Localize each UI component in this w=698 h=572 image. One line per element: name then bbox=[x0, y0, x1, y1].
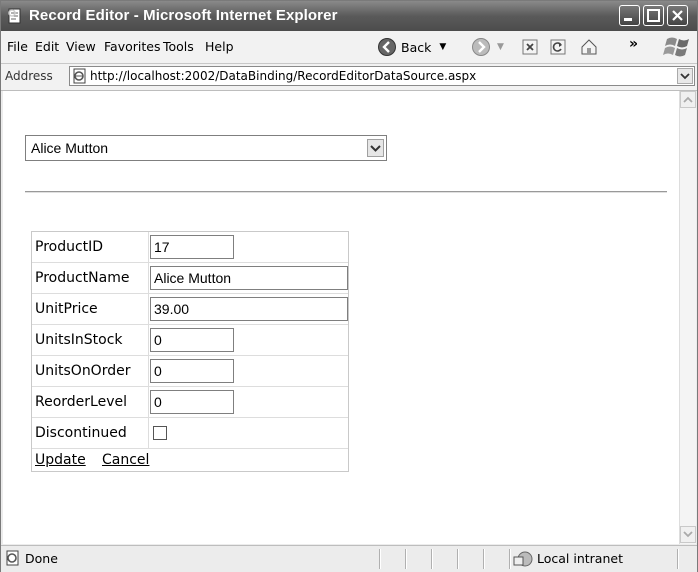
status-text: Done bbox=[25, 551, 58, 566]
productname-value: Alice Mutton bbox=[154, 270, 232, 286]
refresh-icon bbox=[550, 39, 566, 55]
field-row-productname: ProductName Alice Mutton bbox=[32, 263, 348, 294]
scroll-down-button[interactable] bbox=[680, 526, 696, 543]
window-title: Record Editor - Microsoft Internet Explo… bbox=[29, 7, 338, 24]
unitsonorder-input[interactable]: 0 bbox=[150, 359, 234, 383]
product-select-value: Alice Mutton bbox=[31, 140, 109, 156]
field-row-reorderlevel: ReorderLevel 0 bbox=[32, 387, 348, 418]
address-dropdown-button[interactable] bbox=[677, 68, 693, 84]
field-row-unitprice: UnitPrice 39.00 bbox=[32, 294, 348, 325]
status-bar: Done Local intranet bbox=[1, 545, 697, 572]
menu-edit[interactable]: Edit bbox=[35, 39, 59, 54]
field-row-unitsonorder: UnitsOnOrder 0 bbox=[32, 356, 348, 387]
horizontal-rule bbox=[25, 191, 667, 193]
ie-page-icon bbox=[8, 8, 21, 24]
menu-file[interactable]: File bbox=[7, 39, 28, 54]
reorderlevel-value: 0 bbox=[154, 394, 162, 410]
security-zone-label: Local intranet bbox=[537, 551, 623, 566]
toolbar-overflow-chevron[interactable]: » bbox=[629, 33, 638, 55]
field-label: ProductID bbox=[35, 239, 104, 255]
field-label: UnitPrice bbox=[35, 301, 98, 317]
back-button[interactable]: Back ▼ bbox=[377, 36, 446, 58]
back-label: Back bbox=[401, 39, 432, 55]
menu-view[interactable]: View bbox=[66, 39, 96, 54]
back-arrow-icon bbox=[378, 38, 396, 56]
field-row-productid: ProductID 17 bbox=[32, 232, 348, 263]
select-dropdown-button[interactable] bbox=[367, 139, 384, 157]
intranet-zone-icon bbox=[513, 551, 533, 567]
back-dropdown-icon[interactable]: ▼ bbox=[439, 42, 446, 52]
ie-page-icon bbox=[73, 68, 86, 84]
field-row-discontinued: Discontinued bbox=[32, 418, 348, 449]
forward-dropdown-icon[interactable]: ▼ bbox=[497, 42, 504, 52]
address-label: Address bbox=[5, 69, 53, 83]
unitsinstock-value: 0 bbox=[154, 332, 162, 348]
productname-input[interactable]: Alice Mutton bbox=[150, 266, 348, 290]
unitprice-input[interactable]: 39.00 bbox=[150, 297, 348, 321]
maximize-button[interactable] bbox=[643, 5, 664, 26]
field-label: UnitsOnOrder bbox=[35, 363, 131, 379]
close-button[interactable] bbox=[667, 5, 688, 26]
form-actions: Update Cancel bbox=[32, 449, 348, 471]
field-label: ReorderLevel bbox=[35, 394, 127, 410]
menu-help[interactable]: Help bbox=[205, 39, 234, 54]
field-label: ProductName bbox=[35, 270, 130, 286]
address-input[interactable]: http://localhost:2002/DataBinding/Record… bbox=[69, 66, 695, 86]
menu-tools[interactable]: Tools bbox=[163, 39, 194, 54]
field-label: UnitsInStock bbox=[35, 332, 123, 348]
field-row-unitsinstock: UnitsInStock 0 bbox=[32, 325, 348, 356]
scroll-up-button[interactable] bbox=[680, 91, 696, 108]
productid-value: 17 bbox=[154, 239, 170, 255]
home-button[interactable] bbox=[579, 36, 599, 58]
discontinued-checkbox[interactable] bbox=[153, 426, 167, 440]
forward-button[interactable]: ▼ bbox=[471, 36, 504, 58]
chevron-up-icon bbox=[683, 96, 693, 103]
record-edit-form: ProductID 17 ProductName Alice Mutton Un… bbox=[31, 231, 349, 472]
chevron-down-icon bbox=[683, 531, 693, 538]
chevron-down-icon bbox=[680, 73, 690, 80]
reorderlevel-input[interactable]: 0 bbox=[150, 390, 234, 414]
forward-arrow-icon bbox=[472, 38, 490, 56]
home-icon bbox=[581, 39, 597, 55]
productid-input[interactable]: 17 bbox=[150, 235, 234, 259]
vertical-scrollbar[interactable] bbox=[679, 91, 696, 544]
minimize-button[interactable] bbox=[619, 5, 640, 26]
menu-toolbar-bar: File Edit View Favorites Tools Help Back… bbox=[1, 31, 697, 64]
cancel-link[interactable]: Cancel bbox=[102, 452, 149, 468]
field-label: Discontinued bbox=[35, 425, 127, 441]
stop-button[interactable] bbox=[521, 36, 539, 58]
address-url: http://localhost:2002/DataBinding/Record… bbox=[90, 69, 477, 83]
chevron-down-icon bbox=[370, 145, 381, 152]
unitsinstock-input[interactable]: 0 bbox=[150, 328, 234, 352]
unitsonorder-value: 0 bbox=[154, 363, 162, 379]
windows-logo-icon bbox=[663, 37, 689, 57]
browser-window: Record Editor - Microsoft Internet Explo… bbox=[0, 0, 698, 572]
unitprice-value: 39.00 bbox=[154, 301, 190, 317]
stop-icon bbox=[522, 39, 538, 55]
ie-page-icon bbox=[6, 550, 19, 566]
refresh-button[interactable] bbox=[549, 36, 567, 58]
title-bar[interactable]: Record Editor - Microsoft Internet Explo… bbox=[1, 1, 697, 31]
address-bar: Address http://localhost:2002/DataBindin… bbox=[1, 64, 697, 91]
menu-favorites[interactable]: Favorites bbox=[104, 39, 160, 54]
page-content: Alice Mutton ProductID 17 ProductName Al… bbox=[3, 91, 679, 544]
update-link[interactable]: Update bbox=[35, 452, 86, 468]
product-select[interactable]: Alice Mutton bbox=[25, 135, 387, 161]
